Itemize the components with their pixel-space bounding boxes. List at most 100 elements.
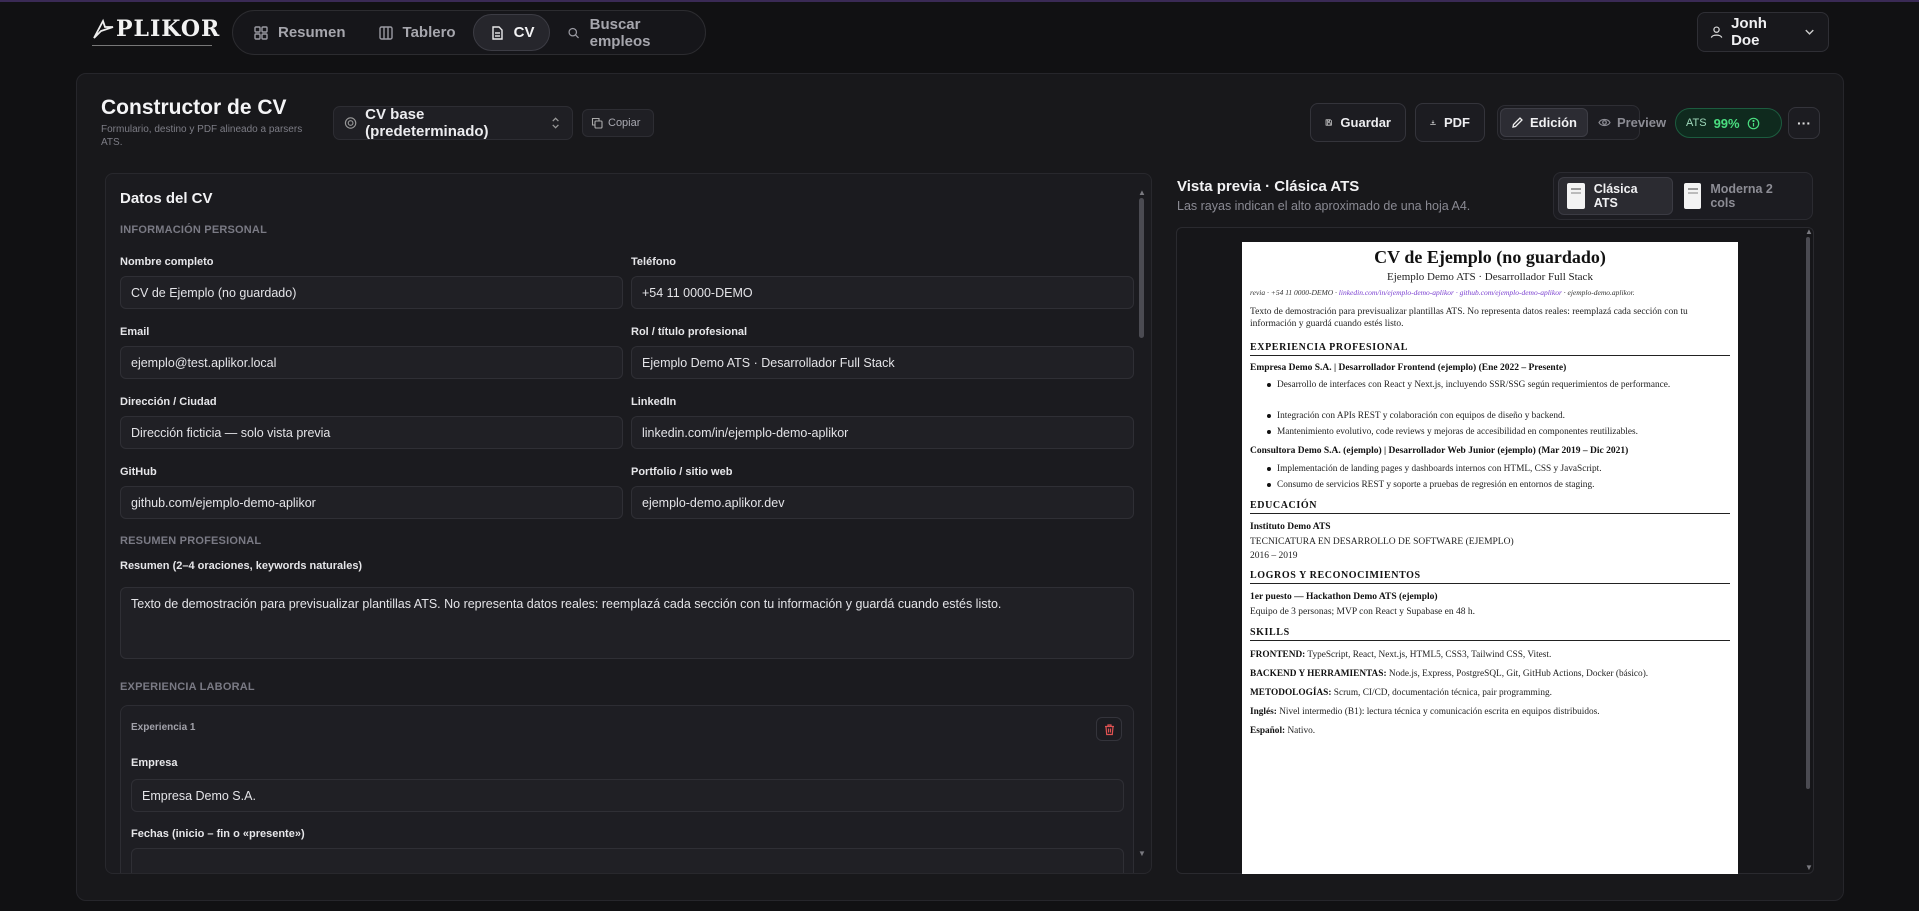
pencil-icon	[1512, 117, 1523, 128]
nav-label: Resumen	[278, 24, 346, 41]
sheet-edu-degree: TECNICATURA EN DESARROLLO DE SOFTWARE (E…	[1250, 537, 1514, 547]
pdf-button[interactable]: PDF	[1415, 103, 1485, 142]
skill-key: Español:	[1250, 726, 1286, 736]
brand-logo[interactable]: PLIKOR	[92, 16, 220, 42]
cv-selector[interactable]: CV base (predeterminado)	[333, 106, 573, 140]
phone-input[interactable]: +54 11 0000-DEMO	[631, 276, 1134, 309]
sheet-job2-bullet: Consumo de servicios REST y soporte a pr…	[1267, 479, 1707, 491]
grid-icon	[254, 25, 268, 40]
target-icon	[344, 117, 357, 129]
sheet-award-desc: Equipo de 3 personas; MVP con React y Su…	[1250, 607, 1475, 617]
page-title: Constructor de CV	[101, 96, 287, 119]
skill-key: BACKEND Y HERRAMIENTAS:	[1250, 669, 1387, 679]
sheet-job1-bullet: Mantenimiento evolutivo, code reviews y …	[1267, 426, 1707, 438]
edit-mode-tab[interactable]: Edición	[1500, 108, 1588, 137]
experience-clip: Experiencia 1 Empresa Empresa Demo S.A. …	[106, 700, 1136, 873]
eye-icon	[1598, 118, 1611, 127]
more-options-button[interactable]: ···	[1788, 107, 1820, 139]
skill-value: Node.js, Express, PostgreSQL, Git, GitHu…	[1386, 669, 1649, 679]
user-icon	[1710, 26, 1723, 38]
portfolio-input[interactable]: ejemplo-demo.aplikor.dev	[631, 486, 1134, 519]
role-label: Rol / título profesional	[631, 326, 748, 338]
sheet-contact: revia · +54 11 0000-DEMO · linkedin.com/…	[1250, 288, 1734, 297]
main-nav: Resumen Tablero CV Buscar empleos	[232, 10, 706, 55]
columns-icon	[378, 25, 393, 40]
company-input[interactable]: Empresa Demo S.A.	[131, 779, 1124, 812]
section-experience: EXPERIENCIA LABORAL	[120, 681, 255, 693]
skill-value: Scrum, CI/CD, documentación técnica, pai…	[1331, 688, 1552, 698]
nav-item-tablero[interactable]: Tablero	[363, 14, 471, 51]
sheet-role: Ejemplo Demo ATS · Desarrollador Full St…	[1387, 271, 1593, 283]
cv-sheet: CV de Ejemplo (no guardado) Ejemplo Demo…	[1242, 242, 1738, 874]
preview-scroll-up-arrow[interactable]: ▲	[1805, 227, 1813, 236]
download-icon	[1430, 120, 1436, 125]
sheet-skill-row: Inglés: Nivel intermedio (B1): lectura t…	[1250, 707, 1734, 717]
template-modern[interactable]: Moderna 2 cols	[1676, 177, 1808, 215]
copy-label: Copiar	[608, 117, 641, 129]
experience-card-title: Experiencia 1	[131, 722, 196, 733]
nav-item-cv[interactable]: CV	[472, 14, 551, 51]
summary-textarea[interactable]: Texto de demostración para previsualizar…	[120, 587, 1134, 659]
contact-tail: · ejemplo-demo.aplikor.	[1561, 288, 1635, 297]
email-label: Email	[120, 326, 150, 338]
linkedin-input[interactable]: linkedin.com/in/ejemplo-demo-aplikor	[631, 416, 1134, 449]
dates-input[interactable]	[131, 848, 1124, 873]
scroll-down-arrow[interactable]: ▼	[1138, 849, 1146, 858]
sheet-heading-experience: EXPERIENCIA PROFESIONAL	[1250, 342, 1730, 356]
info-icon	[1747, 117, 1759, 129]
sheet-skill-row: FRONTEND: TypeScript, React, Next.js, HT…	[1250, 650, 1734, 660]
address-input[interactable]: Dirección ficticia — solo vista previa	[120, 416, 623, 449]
sheet-heading-awards: LOGROS Y RECONOCIMIENTOS	[1250, 570, 1730, 584]
nav-label: Buscar empleos	[589, 15, 651, 50]
form-scrollbar[interactable]	[1139, 198, 1144, 338]
section-summary: RESUMEN PROFESIONAL	[120, 535, 262, 547]
sheet-skill-row: METODOLOGÍAS: Scrum, CI/CD, documentació…	[1250, 688, 1734, 698]
page-subtitle: Formulario, destino y PDF alineado a par…	[101, 124, 303, 148]
nav-item-buscar-empleos[interactable]: Buscar empleos	[552, 14, 700, 51]
summary-label: Resumen (2–4 oraciones, keywords natural…	[120, 560, 363, 572]
copy-button[interactable]: Copiar	[582, 109, 654, 137]
skill-key: METODOLOGÍAS:	[1250, 688, 1332, 698]
github-input[interactable]: github.com/ejemplo-demo-aplikor	[120, 486, 623, 519]
top-bar: PLIKOR Resumen Tablero CV Buscar empleos…	[0, 2, 1919, 60]
scroll-up-arrow[interactable]: ▲	[1138, 188, 1146, 197]
preview-scrollbar[interactable]	[1806, 237, 1810, 789]
full-name-input[interactable]: CV de Ejemplo (no guardado)	[120, 276, 623, 309]
skill-value: Nativo.	[1285, 726, 1316, 736]
form-title: Datos del CV	[120, 190, 213, 207]
search-icon	[568, 27, 580, 38]
preview-label: Preview	[1616, 115, 1667, 130]
skill-value: Nivel intermedio (B1): lectura técnica y…	[1276, 707, 1600, 717]
user-menu-button[interactable]: Jonh Doe	[1697, 12, 1829, 52]
chevron-updown-icon	[552, 117, 559, 129]
delete-experience-button[interactable]	[1096, 717, 1122, 741]
dates-label: Fechas (inicio – fin o «presente»)	[131, 828, 305, 840]
mode-toggle: Edición Preview	[1497, 105, 1666, 140]
linkedin-label: LinkedIn	[631, 396, 677, 408]
nav-item-resumen[interactable]: Resumen	[238, 14, 361, 51]
github-label: GitHub	[120, 466, 157, 478]
document-icon	[1567, 183, 1585, 209]
sheet-job1-title: Empresa Demo S.A. | Desarrollador Fronte…	[1250, 363, 1567, 373]
role-input[interactable]: Ejemplo Demo ATS · Desarrollador Full St…	[631, 346, 1134, 379]
sheet-heading-education: EDUCACIÓN	[1250, 500, 1730, 514]
preview-mode-tab[interactable]: Preview	[1588, 108, 1676, 137]
template-switcher: Clásica ATS Moderna 2 cols	[1553, 172, 1813, 220]
save-button[interactable]: Guardar	[1310, 103, 1406, 142]
nav-label: Tablero	[402, 24, 456, 41]
nav-label: CV	[513, 24, 535, 41]
contact-links[interactable]: linkedin.com/in/ejemplo-demo-aplikor · g…	[1339, 288, 1562, 297]
preview-scroll-down-arrow[interactable]: ▼	[1805, 863, 1813, 872]
company-label: Empresa	[131, 757, 178, 769]
sheet-edu-school: Instituto Demo ATS	[1250, 522, 1331, 532]
template-classic[interactable]: Clásica ATS	[1558, 177, 1673, 215]
full-name-label: Nombre completo	[120, 256, 214, 268]
file-icon	[491, 25, 503, 40]
ats-label: ATS	[1686, 117, 1707, 129]
save-icon	[1325, 119, 1332, 126]
email-input[interactable]: ejemplo@test.aplikor.local	[120, 346, 623, 379]
preview-title: Vista previa · Clásica ATS	[1177, 178, 1360, 195]
document-icon	[1683, 183, 1702, 209]
sheet-name: CV de Ejemplo (no guardado)	[1374, 247, 1606, 267]
ats-score-badge[interactable]: ATS 99%	[1675, 108, 1782, 138]
